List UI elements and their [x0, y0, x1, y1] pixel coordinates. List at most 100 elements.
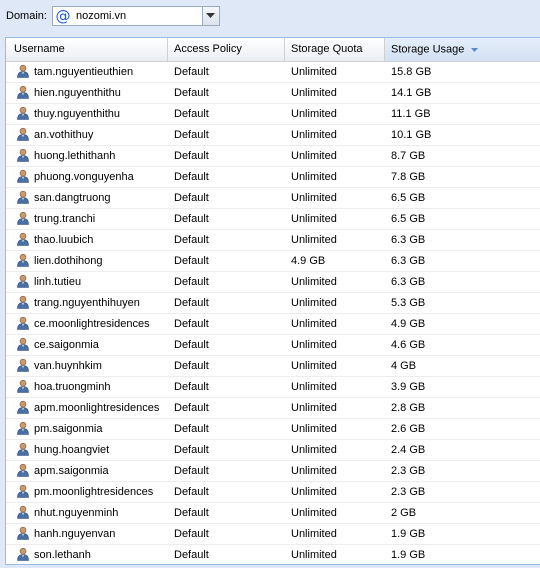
- storage-quota-cell: Unlimited: [291, 129, 337, 141]
- storage-usage-cell: 15.8 GB: [391, 66, 432, 78]
- username-cell: huong.lethithanh: [6, 146, 168, 166]
- storage-quota-cell: Unlimited: [291, 339, 337, 351]
- table-row[interactable]: trung.tranchi Default Unlimited 6.5 GB: [6, 209, 540, 230]
- table-row[interactable]: apm.moonlightresidences Default Unlimited 2…: [6, 398, 540, 419]
- access-policy-cell: Default: [174, 192, 209, 204]
- table-row[interactable]: lien.dothihong Default 4.9 GB 6.3 GB: [6, 251, 540, 272]
- username-cell: pm.moonlightresidences: [6, 482, 168, 502]
- grid-header: Username Access Policy Storage Quota Sto…: [6, 38, 540, 62]
- table-row[interactable]: apm.saigonmia Default Unlimited 2.3 GB: [6, 461, 540, 482]
- username-text: huong.lethithanh: [34, 150, 116, 162]
- user-icon: [16, 190, 30, 204]
- table-row[interactable]: hung.hoangviet Default Unlimited 2.4 GB: [6, 440, 540, 461]
- username-cell: ce.moonlightresidences: [6, 314, 168, 334]
- username-cell: ce.saigonmia: [6, 335, 168, 355]
- user-icon: [16, 169, 30, 183]
- domain-label: Domain:: [6, 10, 47, 22]
- column-header-access-policy[interactable]: Access Policy: [168, 38, 285, 61]
- username-cell: lien.dothihong: [6, 251, 168, 271]
- username-cell: linh.tutieu: [6, 272, 168, 292]
- sort-descending-icon: [471, 38, 479, 61]
- accounts-grid: Username Access Policy Storage Quota Sto…: [5, 37, 540, 565]
- table-row[interactable]: nhut.nguyenminh Default Unlimited 2 GB: [6, 503, 540, 524]
- table-row[interactable]: hien.nguyenthithu Default Unlimited 14.1 GB: [6, 83, 540, 104]
- storage-usage-cell: 1.9 GB: [391, 549, 426, 561]
- storage-usage-cell: 6.5 GB: [391, 192, 426, 204]
- table-row[interactable]: pm.saigonmia Default Unlimited 2.6 GB: [6, 419, 540, 440]
- user-icon: [16, 316, 30, 330]
- column-header-label: Username: [14, 43, 65, 55]
- table-row[interactable]: tam.nguyentieuthien Default Unlimited 15.8 …: [6, 62, 540, 83]
- username-text: hoa.truongminh: [34, 381, 111, 393]
- username-text: phuong.vonguyenha: [34, 171, 134, 183]
- storage-quota-cell: Unlimited: [291, 549, 337, 561]
- storage-usage-cell: 1.9 GB: [391, 528, 426, 540]
- username-cell: van.huynhkim: [6, 356, 168, 376]
- username-cell: hien.nguyenthithu: [6, 83, 168, 103]
- table-row[interactable]: linh.tutieu Default Unlimited 6.3 GB: [6, 272, 540, 293]
- username-cell: trung.tranchi: [6, 209, 168, 229]
- table-row[interactable]: pm.moonlightresidences Default Unlimited 2.…: [6, 482, 540, 503]
- storage-usage-cell: 2.3 GB: [391, 465, 426, 477]
- table-row[interactable]: phuong.vonguyenha Default Unlimited 7.8 GB: [6, 167, 540, 188]
- username-cell: hung.hoangviet: [6, 440, 168, 460]
- username-cell: thao.luubich: [6, 230, 168, 250]
- storage-usage-cell: 6.3 GB: [391, 255, 426, 267]
- domain-select[interactable]: @ nozomi.vn: [52, 6, 220, 26]
- storage-quota-cell: Unlimited: [291, 276, 337, 288]
- table-row[interactable]: san.dangtruong Default Unlimited 6.5 GB: [6, 188, 540, 209]
- user-icon: [16, 421, 30, 435]
- username-cell: apm.saigonmia: [6, 461, 168, 481]
- username-text: trang.nguyenthihuyen: [34, 297, 140, 309]
- access-policy-cell: Default: [174, 213, 209, 225]
- column-header-storage-usage[interactable]: Storage Usage: [385, 38, 540, 61]
- user-icon: [16, 463, 30, 477]
- table-row[interactable]: thao.luubich Default Unlimited 6.3 GB: [6, 230, 540, 251]
- table-row[interactable]: van.huynhkim Default Unlimited 4 GB: [6, 356, 540, 377]
- storage-quota-cell: Unlimited: [291, 486, 337, 498]
- storage-quota-cell: Unlimited: [291, 297, 337, 309]
- table-row[interactable]: hanh.nguyenvan Default Unlimited 1.9 GB: [6, 524, 540, 545]
- username-cell: son.lethanh: [6, 545, 168, 564]
- username-text: lien.dothihong: [34, 255, 103, 267]
- username-text: thuy.nguyenthithu: [34, 108, 121, 120]
- storage-usage-cell: 2.6 GB: [391, 423, 426, 435]
- table-row[interactable]: an.vothithuy Default Unlimited 10.1 GB: [6, 125, 540, 146]
- column-header-username[interactable]: Username: [6, 38, 168, 61]
- access-policy-cell: Default: [174, 423, 209, 435]
- access-policy-cell: Default: [174, 129, 209, 141]
- table-row[interactable]: huong.lethithanh Default Unlimited 8.7 GB: [6, 146, 540, 167]
- username-cell: apm.moonlightresidences: [6, 398, 168, 418]
- username-cell: an.vothithuy: [6, 125, 168, 145]
- storage-quota-cell: Unlimited: [291, 528, 337, 540]
- username-cell: tam.nguyentieuthien: [6, 62, 168, 82]
- storage-quota-cell: Unlimited: [291, 465, 337, 477]
- column-header-label: Storage Quota: [291, 43, 363, 55]
- table-row[interactable]: hoa.truongminh Default Unlimited 3.9 GB: [6, 377, 540, 398]
- table-row[interactable]: thuy.nguyenthithu Default Unlimited 11.1 GB: [6, 104, 540, 125]
- username-cell: pm.saigonmia: [6, 419, 168, 439]
- user-icon: [16, 127, 30, 141]
- username-text: apm.moonlightresidences: [34, 402, 160, 414]
- table-row[interactable]: ce.saigonmia Default Unlimited 4.6 GB: [6, 335, 540, 356]
- storage-usage-cell: 4 GB: [391, 360, 417, 372]
- user-icon: [16, 337, 30, 351]
- storage-quota-cell: Unlimited: [291, 150, 337, 162]
- access-policy-cell: Default: [174, 528, 209, 540]
- username-cell: phuong.vonguyenha: [6, 167, 168, 187]
- username-cell: nhut.nguyenminh: [6, 503, 168, 523]
- user-icon: [16, 358, 30, 372]
- table-row[interactable]: ce.moonlightresidences Default Unlimited 4.…: [6, 314, 540, 335]
- storage-quota-cell: Unlimited: [291, 108, 337, 120]
- access-policy-cell: Default: [174, 108, 209, 120]
- username-text: linh.tutieu: [34, 276, 82, 288]
- user-icon: [16, 526, 30, 540]
- table-row[interactable]: son.lethanh Default Unlimited 1.9 GB: [6, 545, 540, 564]
- table-row[interactable]: trang.nguyenthihuyen Default Unlimited 5.3 …: [6, 293, 540, 314]
- column-header-storage-quota[interactable]: Storage Quota: [285, 38, 385, 61]
- storage-usage-cell: 7.8 GB: [391, 171, 426, 183]
- storage-usage-cell: 2 GB: [391, 507, 417, 519]
- storage-usage-cell: 4.9 GB: [391, 318, 426, 330]
- chevron-down-icon[interactable]: [202, 7, 219, 25]
- access-policy-cell: Default: [174, 486, 209, 498]
